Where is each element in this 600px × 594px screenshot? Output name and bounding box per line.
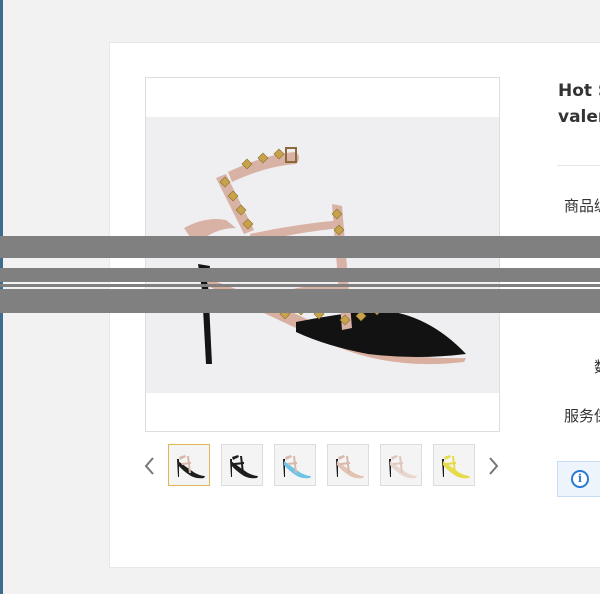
product-title-line-1: Hot S [558,81,600,101]
title-divider [557,165,600,166]
info-notice: i [557,461,600,497]
shoe-thumbnail-icon [389,455,417,479]
redaction-bar [0,236,600,258]
attribute-label-quantity: 数 [594,356,600,378]
thumbnail-nude[interactable] [327,444,369,486]
chevron-left-icon [144,457,154,475]
redaction-bar [0,268,600,282]
shoe-thumbnail-icon [442,455,470,479]
thumbnail-yellow[interactable] [433,444,475,486]
thumbnail-rose[interactable] [380,444,422,486]
chevron-right-icon [489,457,499,475]
product-title: Hot S valer [558,78,600,134]
attribute-label-service: 服务保 [564,407,600,425]
thumbnail-black-2[interactable] [221,444,263,486]
info-icon: i [571,470,589,488]
attribute-label-item-number: 商品编 [564,197,600,215]
shoe-thumbnail-icon [177,455,205,479]
redaction-bar [0,284,600,287]
shoe-thumbnail-icon [230,455,258,479]
thumbnail-blue[interactable] [274,444,316,486]
thumbnail-black[interactable] [168,444,210,486]
redaction-bar [0,289,600,313]
gallery-next-button[interactable] [487,454,501,478]
gallery-prev-button[interactable] [142,454,156,478]
shoe-thumbnail-icon [283,455,311,479]
product-title-line-2: valer [558,107,600,127]
shoe-thumbnail-icon [336,455,364,479]
